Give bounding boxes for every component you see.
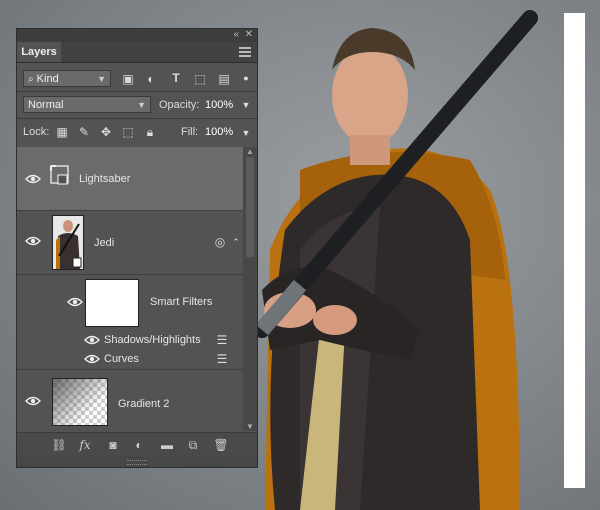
link-icon[interactable]: ⛓︎ <box>51 438 67 452</box>
layers-bottom-toolbar: ⛓︎ fx ◙ ◐ ▬ ⧉ 🗑︎ <box>17 432 257 457</box>
blend-mode-value: Normal <box>28 99 64 111</box>
scroll-down-icon[interactable]: ▼ <box>246 422 254 431</box>
filter-row-shadows-highlights[interactable]: Shadows/Highlights ☰ <box>17 331 243 350</box>
layer-thumbnail <box>52 215 84 270</box>
panel-tab-bar: Layers <box>17 42 257 63</box>
eye-icon[interactable] <box>84 335 100 345</box>
fill-label: Fill: <box>181 126 199 138</box>
layer-thumbnail <box>52 378 108 426</box>
new-layer-icon[interactable]: ⧉ <box>185 438 201 453</box>
lock-position-icon[interactable]: ✥ <box>99 125 113 139</box>
smart-filter-mask-thumbnail[interactable] <box>85 279 139 327</box>
image-filter-icon[interactable]: ▣ <box>121 72 135 86</box>
close-panel-button[interactable]: ✕ <box>245 29 253 41</box>
fx-icon[interactable]: fx <box>77 438 93 452</box>
fill-value[interactable]: 100% <box>205 124 233 140</box>
opacity-chevron-icon[interactable]: ▼ <box>239 98 253 112</box>
filter-row-curves[interactable]: Curves ☰ <box>17 350 243 370</box>
smart-filter-badge-icon[interactable]: ◎ <box>213 235 227 249</box>
eye-icon[interactable] <box>25 236 41 246</box>
panel-title-strip[interactable]: « ✕ <box>17 29 257 42</box>
smart-object-filter-icon[interactable]: ▤ <box>217 72 231 86</box>
eye-icon[interactable] <box>84 354 100 364</box>
blend-row: Normal ▼ Opacity: 100% ▼ <box>17 95 257 115</box>
lock-label: Lock: <box>23 126 50 138</box>
search-icon: ⌕ <box>28 74 34 85</box>
blending-options-icon[interactable]: ☰ <box>215 352 229 366</box>
eye-icon[interactable] <box>25 174 41 184</box>
divider <box>17 118 257 119</box>
layers-scrollbar[interactable]: ▲ ▼ <box>243 147 257 431</box>
smart-filters-row[interactable]: Smart Filters <box>17 275 243 330</box>
filter-name[interactable]: Shadows/Highlights <box>104 334 201 346</box>
layer-name[interactable]: Gradient 2 <box>118 398 169 410</box>
blend-mode-select[interactable]: Normal ▼ <box>23 96 151 113</box>
lock-transparency-icon[interactable]: ▦ <box>55 125 69 139</box>
lock-row: Lock: ▦ ✎ ✥ ⬚ 🔒︎ Fill: 100% ▼ <box>17 123 257 143</box>
opacity-label: Opacity: <box>159 99 200 111</box>
chevron-up-icon[interactable]: ⌃ <box>229 235 243 249</box>
resize-grip[interactable] <box>17 456 257 467</box>
chevron-down-icon: ▼ <box>137 100 146 110</box>
layers-list: Lightsaber Jedi ◎ ⌃ Smart Filters Shadow… <box>17 147 257 431</box>
lock-pixels-icon[interactable]: ✎ <box>77 125 91 139</box>
chevron-down-icon: ▼ <box>97 74 106 84</box>
eye-icon[interactable] <box>67 297 83 307</box>
eye-icon[interactable] <box>25 396 41 406</box>
opacity-value[interactable]: 100% <box>205 97 233 113</box>
scroll-thumb[interactable] <box>246 157 254 257</box>
scroll-up-icon[interactable]: ▲ <box>246 147 254 156</box>
trash-icon[interactable]: 🗑︎ <box>213 438 229 452</box>
smart-filters-label: Smart Filters <box>150 296 213 308</box>
fill-chevron-icon[interactable]: ▼ <box>239 126 253 140</box>
lock-artboard-icon[interactable]: ⬚ <box>121 125 135 139</box>
filter-toggle-icon[interactable]: ● <box>239 71 253 85</box>
folder-icon[interactable]: ▬ <box>159 438 175 452</box>
filter-kind-value: Kind <box>36 73 59 85</box>
filter-name[interactable]: Curves <box>104 353 139 365</box>
adjustment-icon[interactable]: ◐ <box>131 438 147 452</box>
layer-name[interactable]: Lightsaber <box>79 173 130 185</box>
panel-menu-icon[interactable] <box>239 47 251 57</box>
layer-name[interactable]: Jedi <box>94 237 114 249</box>
filter-kind-select[interactable]: ⌕ Kind ▼ <box>23 70 111 87</box>
filter-row: ⌕ Kind ▼ ▣ ◐ T ⬚ ▤ ● <box>17 68 257 90</box>
divider <box>17 91 257 92</box>
blending-options-icon[interactable]: ☰ <box>215 333 229 347</box>
lock-all-icon[interactable]: 🔒︎ <box>143 125 157 139</box>
adjustment-filter-icon[interactable]: ◐ <box>144 72 158 86</box>
smart-object-icon <box>49 164 71 188</box>
shape-filter-icon[interactable]: ⬚ <box>193 72 207 86</box>
collapse-panel-button[interactable]: « <box>233 29 239 41</box>
type-filter-icon[interactable]: T <box>169 71 183 85</box>
tab-layers[interactable]: Layers <box>17 42 61 62</box>
layer-row-gradient-2[interactable]: Gradient 2 <box>17 370 243 431</box>
layers-panel: « ✕ Layers ⌕ Kind ▼ ▣ ◐ T ⬚ ▤ ● Normal ▼… <box>17 29 257 467</box>
layer-row-jedi[interactable]: Jedi ◎ ⌃ <box>17 211 243 275</box>
mask-icon[interactable]: ◙ <box>105 438 121 452</box>
layer-row-lightsaber[interactable]: Lightsaber <box>17 147 243 211</box>
